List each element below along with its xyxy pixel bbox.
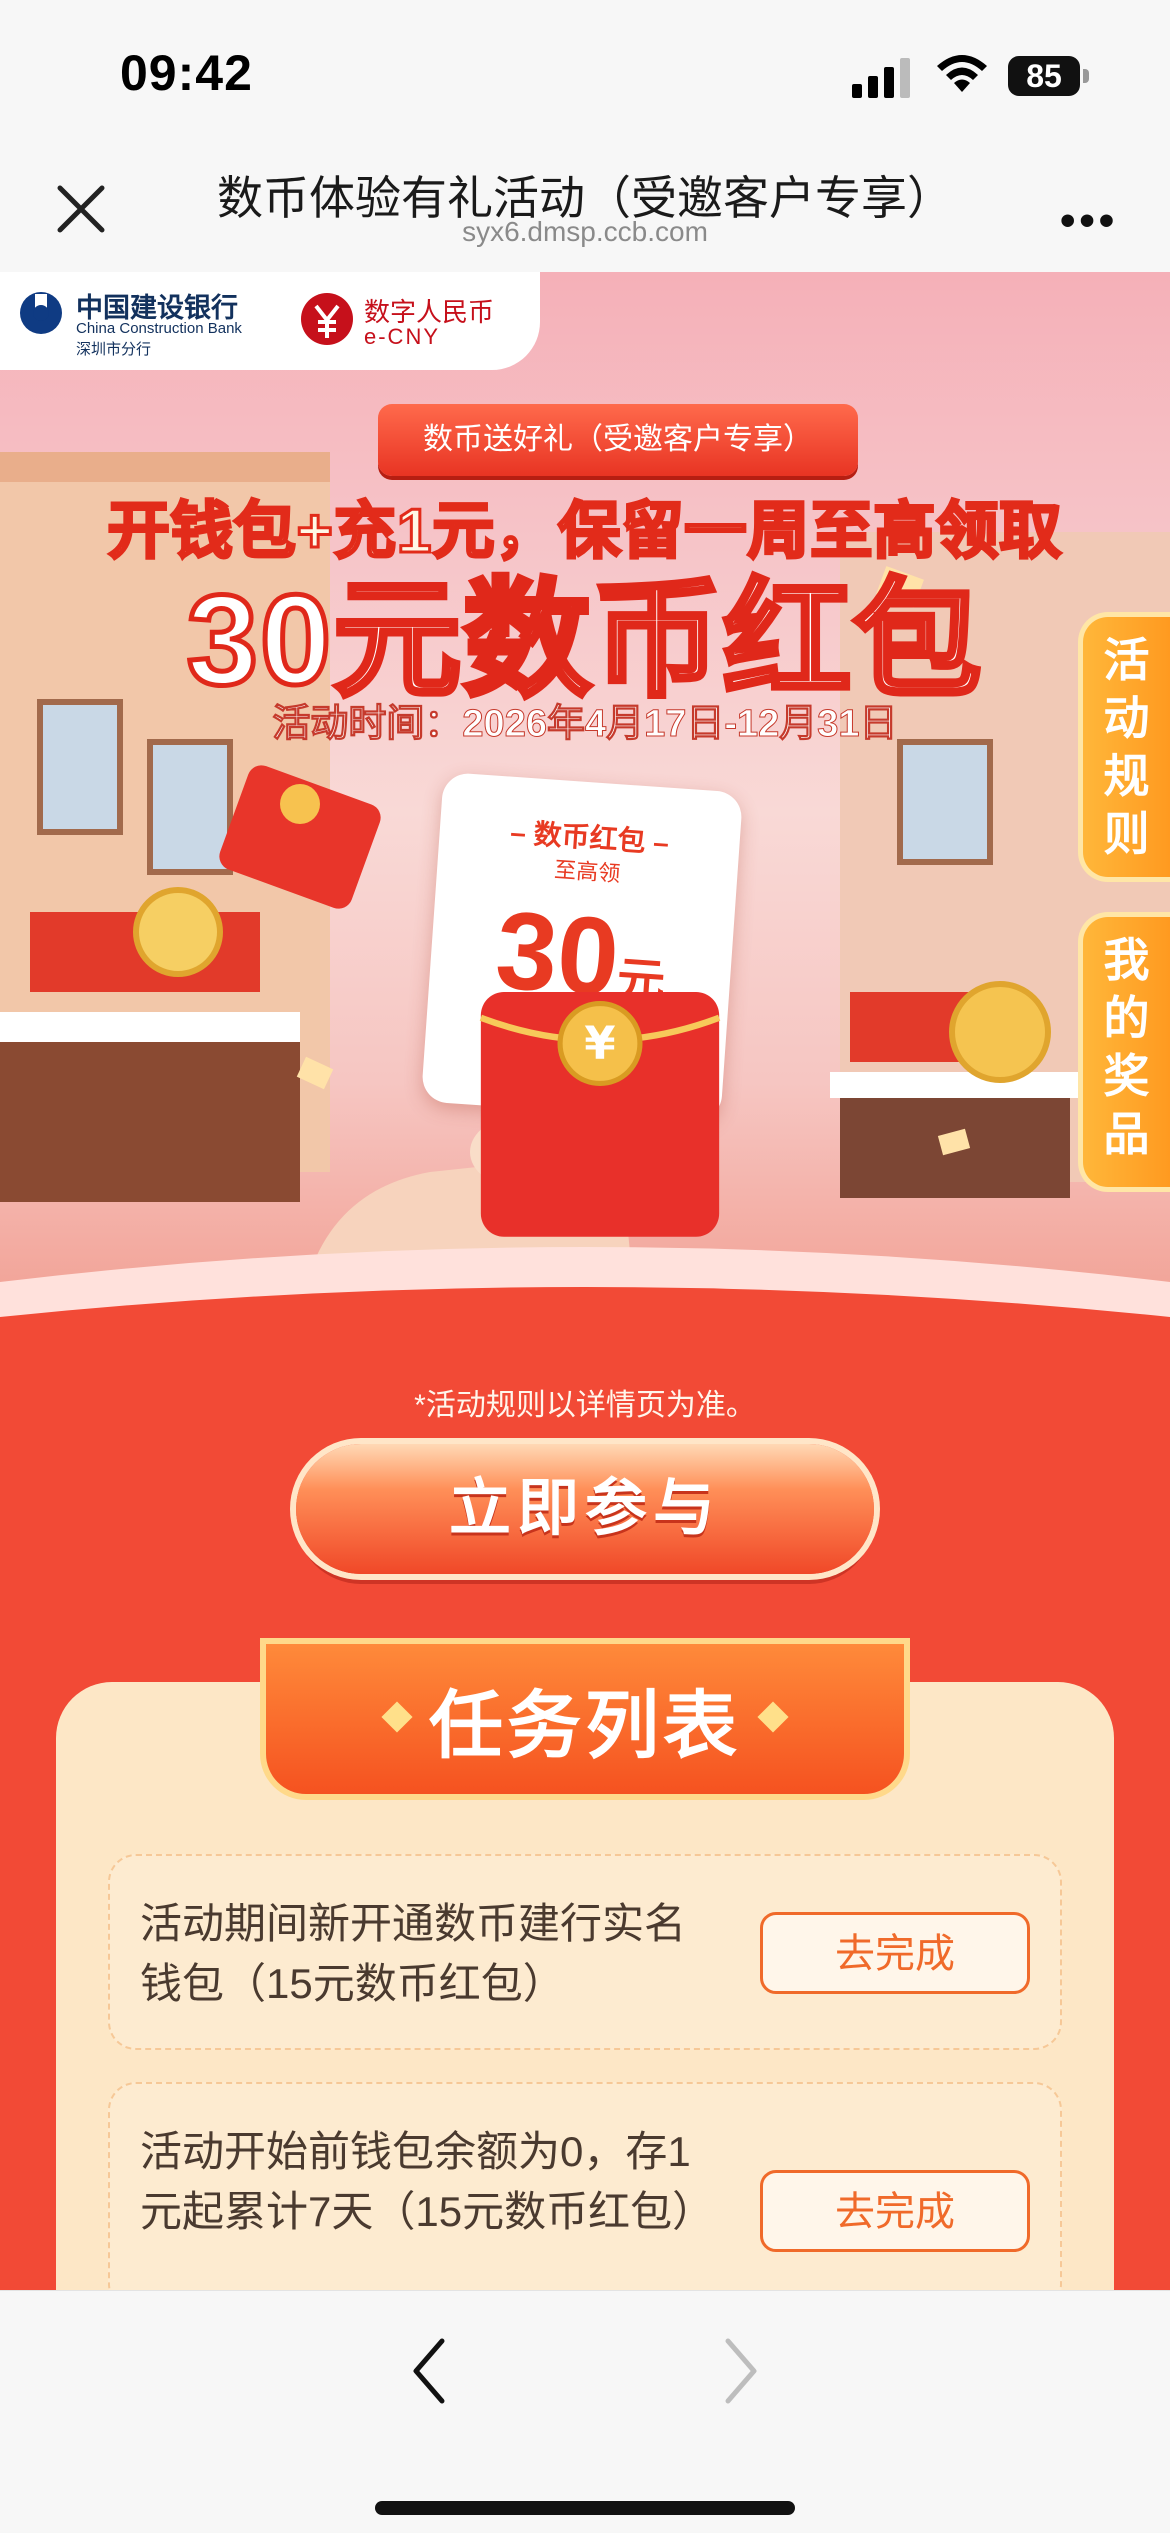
promo-ribbon: 数币送好礼（受邀客户专享） — [378, 404, 858, 476]
task-description: 活动开始前钱包余额为0，存1元起累计7天（15元数币红包） — [140, 2128, 715, 2235]
task-complete-button[interactable]: 去完成 — [760, 2170, 1030, 2252]
browser-nav-bar: 数币体验有礼活动（受邀客户专享） syx6.dmsp.ccb.com ••• — [0, 150, 1170, 272]
status-time: 09:42 — [120, 45, 253, 101]
ecny-name-en: e-CNY — [364, 324, 441, 349]
battery-level: 85 — [1008, 56, 1080, 96]
battery-icon: 85 — [1008, 56, 1090, 100]
task-list-title: 任务列表 — [429, 1684, 741, 1767]
ccb-logo-icon — [20, 292, 62, 334]
task-item: 活动期间新开通数币建行实名钱包（15元数币红包） 去完成 — [108, 1854, 1062, 2050]
page-content[interactable]: 中国建设银行 China Construction Bank 深圳市分行 数字人… — [0, 272, 1170, 2290]
rules-note: *活动规则以详情页为准。 — [414, 1389, 756, 1422]
browser-bottom-bar — [0, 2290, 1170, 2533]
task-complete-button[interactable]: 去完成 — [760, 1912, 1030, 1994]
wifi-icon — [937, 55, 987, 92]
rules-tab[interactable]: 活动规则 — [1078, 612, 1170, 882]
join-now-button[interactable]: 立即参与 — [296, 1444, 874, 1574]
logo-bar: 中国建设银行 China Construction Bank 深圳市分行 数字人… — [0, 272, 540, 370]
cellular-signal-icon — [852, 58, 910, 98]
svg-text:¥: ¥ — [584, 1017, 615, 1070]
page-url: syx6.dmsp.ccb.com — [462, 216, 708, 247]
red-envelope-icon: ¥ — [479, 992, 721, 1237]
task-description: 活动期间新开通数币建行实名钱包（15元数币红包） — [140, 1900, 687, 2007]
more-menu-button[interactable]: ••• — [1060, 196, 1118, 246]
task-item: 活动开始前钱包余额为0，存1元起累计7天（15元数币红包） 去完成 — [108, 2082, 1062, 2290]
activity-period: 活动时间：2026年4月17日-12月31日 — [272, 703, 898, 746]
hero-banner: 中国建设银行 China Construction Bank 深圳市分行 数字人… — [0, 272, 1170, 1352]
ccb-branch: 深圳市分行 — [76, 341, 152, 358]
back-chevron-icon[interactable] — [400, 2331, 460, 2411]
status-bar: 09:42 85 — [0, 0, 1170, 150]
task-list-header: 任务列表 — [266, 1644, 904, 1794]
ecny-logo-icon — [301, 293, 353, 345]
ccb-name-en: China Construction Bank — [76, 320, 242, 337]
close-icon[interactable] — [52, 180, 110, 238]
forward-chevron-icon — [725, 2338, 757, 2404]
home-indicator — [375, 2501, 795, 2515]
my-prizes-tab[interactable]: 我的奖品 — [1078, 912, 1170, 1192]
